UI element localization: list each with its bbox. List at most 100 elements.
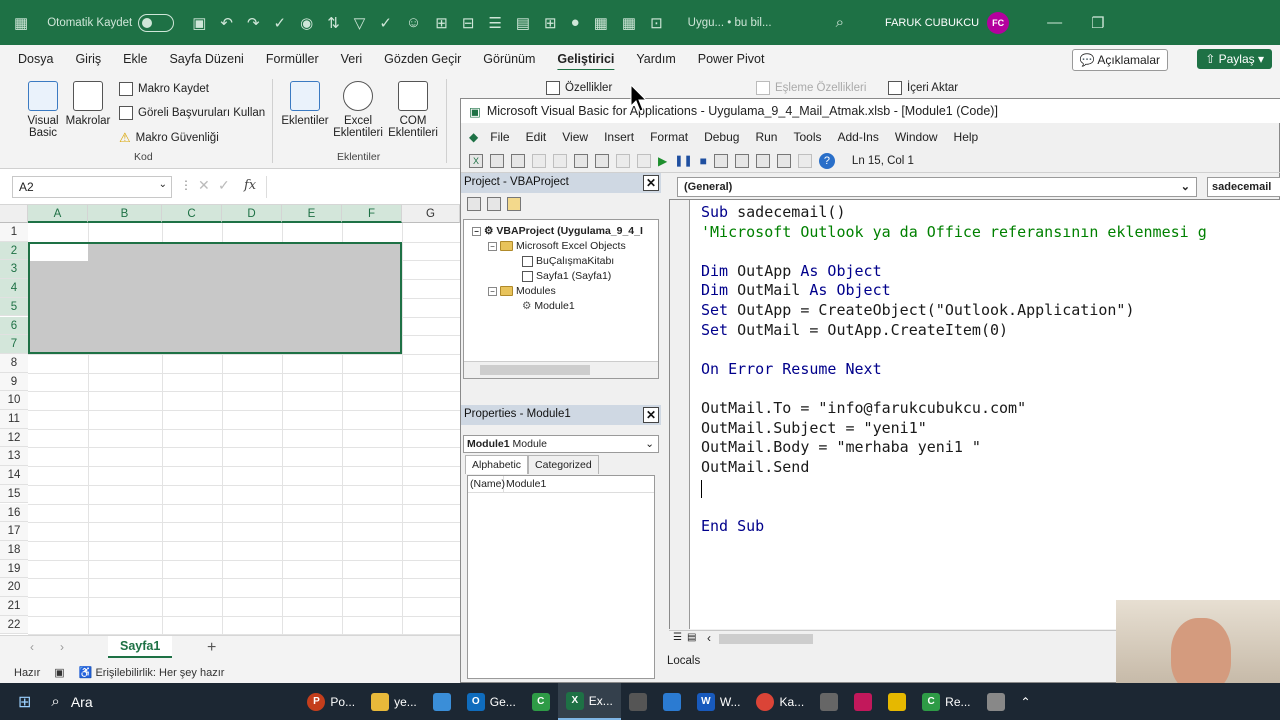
row-header[interactable]: 14 <box>0 466 28 485</box>
close-icon[interactable]: ✕ <box>643 407 659 423</box>
paste-icon[interactable] <box>574 153 588 168</box>
tab-2[interactable]: Ekle <box>112 52 158 66</box>
collapse-icon[interactable]: − <box>488 241 497 251</box>
stop-icon[interactable]: ■ <box>700 154 707 168</box>
select-all-corner[interactable] <box>0 205 28 223</box>
vba-menu-item[interactable]: Debug <box>696 130 747 144</box>
sheet-tab[interactable]: Sayfa1 <box>108 636 173 658</box>
row-header[interactable]: 5 <box>0 297 28 317</box>
row-header[interactable]: 1 <box>0 223 28 242</box>
macro-record-icon[interactable]: ▣ <box>54 666 64 679</box>
chart-icon[interactable]: ▤ <box>516 14 530 32</box>
vba-menu-item[interactable]: Help <box>946 130 987 144</box>
avatar[interactable]: FC <box>987 11 1010 34</box>
redo-icon[interactable] <box>637 153 651 168</box>
vba-menu-item[interactable]: Tools <box>785 130 829 144</box>
tree-node-sheet[interactable]: Sayfa1 (Sayfa1) <box>522 270 611 282</box>
row-header[interactable]: 6 <box>0 316 28 336</box>
column-header[interactable]: E <box>282 205 342 223</box>
row-header[interactable]: 8 <box>0 353 28 373</box>
sort-icon[interactable]: ⇅ <box>327 14 340 32</box>
taskbar-powerpoint[interactable]: P Po... <box>299 683 363 720</box>
tab-4[interactable]: Formüller <box>255 52 330 66</box>
row-header[interactable]: 21 <box>0 597 28 616</box>
tree-node-project[interactable]: − ⚙ VBAProject (Uygulama_9_4_I <box>472 225 643 237</box>
row-header[interactable]: 15 <box>0 484 28 504</box>
taskbar-excel[interactable]: X Ex... <box>557 683 621 720</box>
column-header[interactable]: C <box>162 205 222 223</box>
tab-8[interactable]: Geliştirici <box>546 52 625 66</box>
accessibility-status[interactable]: ♿ Erişilebilirlik: Her şey hazır <box>79 666 225 679</box>
import-button[interactable]: İçeri Aktar <box>888 81 958 95</box>
project-explorer-icon[interactable] <box>734 153 749 168</box>
taskbar-chrome[interactable]: Ka... <box>748 683 812 720</box>
row-header[interactable]: 4 <box>0 279 28 298</box>
options-icon[interactable]: ⋮ <box>180 178 192 192</box>
relative-refs-button[interactable]: Göreli Başvuruları Kullan <box>119 106 265 120</box>
tab-5[interactable]: Veri <box>330 52 374 66</box>
vba-menu-item[interactable]: Edit <box>518 130 555 144</box>
toolbox-icon[interactable] <box>797 153 812 168</box>
tab-6[interactable]: Gözden Geçir <box>373 52 472 66</box>
column-header[interactable]: D <box>222 205 282 223</box>
active-cell[interactable] <box>30 244 88 261</box>
column-header[interactable]: B <box>88 205 162 223</box>
comments-button[interactable]: 💬 Açıklamalar <box>1071 49 1168 71</box>
vba-menu-item[interactable]: Insert <box>596 130 642 144</box>
help-icon[interactable]: ? <box>818 152 835 169</box>
taskbar-app2[interactable] <box>621 683 655 720</box>
view-code-icon[interactable] <box>467 197 481 211</box>
taskbar-search[interactable]: ⌕ Ara <box>39 683 299 720</box>
excel-addins-button[interactable]: Excel Eklentileri <box>332 81 384 139</box>
prev-sheet-icon[interactable]: ‹ <box>30 640 34 654</box>
cut-icon[interactable] <box>532 153 546 168</box>
view-object-icon[interactable] <box>487 197 501 211</box>
start-button[interactable]: ⊞ <box>0 683 39 720</box>
properties-window-icon[interactable] <box>755 153 770 168</box>
row-header[interactable]: 17 <box>0 522 28 541</box>
copy-icon[interactable] <box>553 153 567 168</box>
taskbar-app[interactable] <box>425 683 459 720</box>
vba-menu-item[interactable]: Format <box>642 130 696 144</box>
vba-menu-item[interactable]: Run <box>747 130 785 144</box>
taskbar-outlook[interactable]: O Ge... <box>459 683 524 720</box>
insert-module-icon[interactable] <box>490 153 504 168</box>
view-excel-icon[interactable]: X <box>469 153 483 168</box>
insert-function-button[interactable]: fx <box>244 178 256 193</box>
taskbar-recorder[interactable]: C Re... <box>914 683 978 720</box>
row-header[interactable]: 10 <box>0 391 28 410</box>
formula-input[interactable] <box>266 176 462 198</box>
tab-7[interactable]: Görünüm <box>472 52 546 66</box>
number-icon[interactable]: ☰ <box>488 14 501 32</box>
project-hscroll[interactable] <box>464 361 658 378</box>
restore-icon[interactable]: ❐ <box>1091 14 1104 32</box>
row-header[interactable]: 13 <box>0 447 28 467</box>
scroll-left-icon[interactable]: ‹ <box>707 631 711 645</box>
run-icon[interactable]: ▶ <box>658 154 667 168</box>
save-icon[interactable]: ▣ <box>192 14 206 32</box>
column-header[interactable]: F <box>342 205 402 223</box>
close-icon[interactable]: ✕ <box>643 175 659 191</box>
collapse-icon[interactable]: − <box>488 286 497 296</box>
system-tray-chevron[interactable]: ⌃ <box>1013 683 1039 720</box>
spell-icon[interactable]: ✓ <box>379 14 392 32</box>
full-module-view-icon[interactable]: ▤ <box>687 632 696 643</box>
map-properties-button[interactable]: Eşleme Özellikleri <box>756 81 866 95</box>
record-icon[interactable]: ● <box>571 14 580 31</box>
tab-9[interactable]: Yardım <box>625 52 686 66</box>
format-painter-icon[interactable]: ✓ <box>274 14 287 32</box>
macros-button[interactable]: Makrolar <box>64 81 112 127</box>
tab-alphabetic[interactable]: Alphabetic <box>465 455 529 474</box>
properties-object-select[interactable]: Module1 Module ⌄ <box>463 435 659 453</box>
tree-node-excel-objects[interactable]: − Microsoft Excel Objects <box>488 240 626 252</box>
row-header[interactable]: 22 <box>0 615 28 635</box>
collapse-icon[interactable]: − <box>472 226 481 236</box>
redo-icon[interactable]: ↷ <box>247 14 260 32</box>
tree-node-workbook[interactable]: BuÇalışmaKitabı <box>522 255 614 267</box>
row-header[interactable]: 2 <box>0 241 28 261</box>
addins-button[interactable]: Eklentiler <box>280 81 330 127</box>
row-header[interactable]: 18 <box>0 540 28 560</box>
code-editor[interactable]: Sub sadecemail() 'Microsoft Outlook ya da… <box>669 199 1280 629</box>
tab-3[interactable]: Sayfa Düzeni <box>158 52 254 66</box>
save-icon[interactable] <box>511 153 525 168</box>
